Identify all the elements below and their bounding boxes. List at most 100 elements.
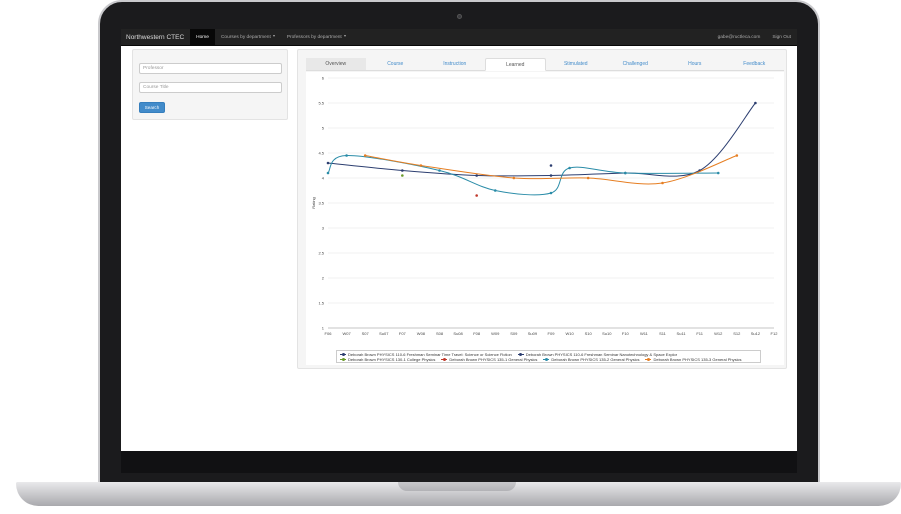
tab-hours[interactable]: Hours xyxy=(665,58,725,70)
x-tick-label: W07 xyxy=(342,331,351,336)
legend-label: Deborah Brown PHYSICS 135-3 General Phys… xyxy=(653,357,742,362)
data-point xyxy=(493,189,497,192)
search-button[interactable]: Search xyxy=(139,102,165,113)
x-tick-label: W09 xyxy=(491,331,500,336)
y-tick-label: 2 xyxy=(322,276,325,281)
data-point xyxy=(549,191,553,195)
x-tick-label: S08 xyxy=(436,331,444,336)
tab-instruction[interactable]: Instruction xyxy=(425,58,485,70)
x-tick-label: F07 xyxy=(399,331,407,336)
legend-swatch-icon xyxy=(517,353,524,356)
data-point xyxy=(549,174,553,177)
laptop-notch xyxy=(398,482,516,491)
data-point xyxy=(419,164,423,167)
tab-challenged[interactable]: Challenged xyxy=(606,58,666,70)
data-point xyxy=(345,154,348,157)
caret-down-icon xyxy=(343,35,346,38)
x-tick-label: W12 xyxy=(714,331,723,336)
x-tick-label: S11 xyxy=(659,331,667,336)
x-tick-label: Su09 xyxy=(528,331,538,336)
chart-svg: 1 1.5 2 2.5 3 3.5 4 4.5 5 5.5 6 F06 W07 S07 Su07 F07 W08… xyxy=(311,76,779,337)
x-tick-label: Su10 xyxy=(602,331,612,336)
chart-legend: Deborah Brown PHYSICS 110-6 Freshman Sem… xyxy=(336,350,761,363)
legend-swatch-icon xyxy=(340,353,346,356)
x-tick-label: F12 xyxy=(771,331,779,336)
camera-icon xyxy=(457,14,462,19)
x-tick-label: W10 xyxy=(565,331,574,336)
x-tick-label: F11 xyxy=(696,331,703,336)
tab-stimulated[interactable]: Stimulated xyxy=(546,58,606,70)
y-tick-label: 2.5 xyxy=(318,251,324,256)
x-tick-label: F06 xyxy=(325,331,333,336)
app-screen: Northwestern CTEC Home Courses by depart… xyxy=(121,29,797,451)
x-tick-label: S07 xyxy=(362,331,370,336)
y-tick-label: 1 xyxy=(322,326,325,331)
navbar: Northwestern CTEC Home Courses by depart… xyxy=(121,29,797,46)
tab-overview[interactable]: Overview xyxy=(306,58,366,70)
x-tick-label: Su11 xyxy=(677,331,687,336)
x-tick-label: S10 xyxy=(585,331,593,336)
nav-home[interactable]: Home xyxy=(190,29,215,46)
data-point xyxy=(716,171,720,175)
legend-swatch-icon xyxy=(645,358,652,361)
legend-label: Deborah Brown PHYSICS 135-1 General Phys… xyxy=(449,357,538,362)
legend-label: Deborah Brown PHYSICS 130-1 College Phys… xyxy=(348,357,436,362)
nav-courses-label: Courses by department xyxy=(220,34,271,40)
legend-item[interactable]: Deborah Brown PHYSICS 130-1 College Phys… xyxy=(340,357,435,362)
x-tick-label: Su08 xyxy=(453,331,463,336)
data-point xyxy=(363,154,367,157)
brand-link[interactable]: Northwestern CTEC xyxy=(121,34,190,41)
y-tick-label: 3 xyxy=(322,226,325,231)
sign-out-link[interactable]: Sign Out xyxy=(766,29,797,46)
legend-swatch-icon xyxy=(340,358,346,361)
professor-input[interactable]: Professor xyxy=(139,63,282,74)
data-point xyxy=(475,174,478,177)
legend-swatch-icon xyxy=(543,358,550,361)
y-tick-label: 4 xyxy=(322,176,325,181)
y-tick-label: 4.5 xyxy=(318,151,324,156)
nav-professors-label: Professors by department xyxy=(286,34,342,40)
y-tick-label: 3.5 xyxy=(318,201,324,206)
legend-label: Deborah Brown PHYSICS 135-2 General Phys… xyxy=(551,357,640,362)
user-email-link[interactable]: gabe@ructleca.com xyxy=(712,29,767,46)
data-point xyxy=(586,176,590,180)
course-title-input[interactable]: Course Title xyxy=(139,82,282,93)
caret-down-icon xyxy=(272,35,275,38)
series-line-5 xyxy=(365,155,738,185)
data-point xyxy=(735,154,739,157)
data-point xyxy=(624,171,627,175)
y-tick-label: 5 xyxy=(322,126,325,131)
legend-item[interactable]: Deborah Brown PHYSICS 135-3 General Phys… xyxy=(645,357,742,362)
data-point xyxy=(512,176,516,180)
legend-item[interactable]: Deborah Brown PHYSICS 135-1 General Phys… xyxy=(441,357,537,362)
legend-swatch-icon xyxy=(441,358,448,361)
data-point xyxy=(568,166,571,170)
nav-courses-dropdown[interactable]: Courses by department xyxy=(215,29,281,46)
nav-professors-dropdown[interactable]: Professors by department xyxy=(281,29,352,46)
y-tick-label: 1.5 xyxy=(318,301,324,306)
tab-feedback[interactable]: Feedback xyxy=(725,58,785,70)
x-tick-label: Su07 xyxy=(379,331,389,336)
search-sidebar: Professor Course Title Search xyxy=(132,49,288,120)
data-point xyxy=(438,169,441,172)
legend-row: Deborah Brown PHYSICS 130-1 College Phys… xyxy=(340,357,757,362)
tab-bar: Overview Course Instruction Learned Stimulat… xyxy=(306,58,784,71)
legend-item[interactable]: Deborah Brown PHYSICS 135-2 General Phys… xyxy=(543,357,639,362)
series-line-0 xyxy=(327,102,756,177)
x-tick-label: W11 xyxy=(640,331,649,336)
ratings-chart: 1 1.5 2 2.5 3 3.5 4 4.5 5 5.5 6 F06 W07 S07 Su07 F07 W08… xyxy=(306,72,784,365)
data-point xyxy=(754,101,757,105)
tab-course[interactable]: Course xyxy=(366,58,426,70)
screen-bezel xyxy=(121,451,797,473)
data-point xyxy=(475,194,478,197)
nav-right: gabe@ructleca.com Sign Out xyxy=(712,29,797,46)
x-tick-label: F08 xyxy=(473,331,481,336)
y-tick-label: 5.5 xyxy=(318,101,324,106)
y-tick-label: 6 xyxy=(322,76,325,81)
x-tick-label: F10 xyxy=(622,331,630,336)
x-tick-label: S12 xyxy=(733,331,741,336)
tab-learned[interactable]: Learned xyxy=(484,58,546,71)
x-tick-label: W08 xyxy=(417,331,426,336)
x-tick-label: F09 xyxy=(548,331,556,336)
data-point xyxy=(661,181,664,185)
